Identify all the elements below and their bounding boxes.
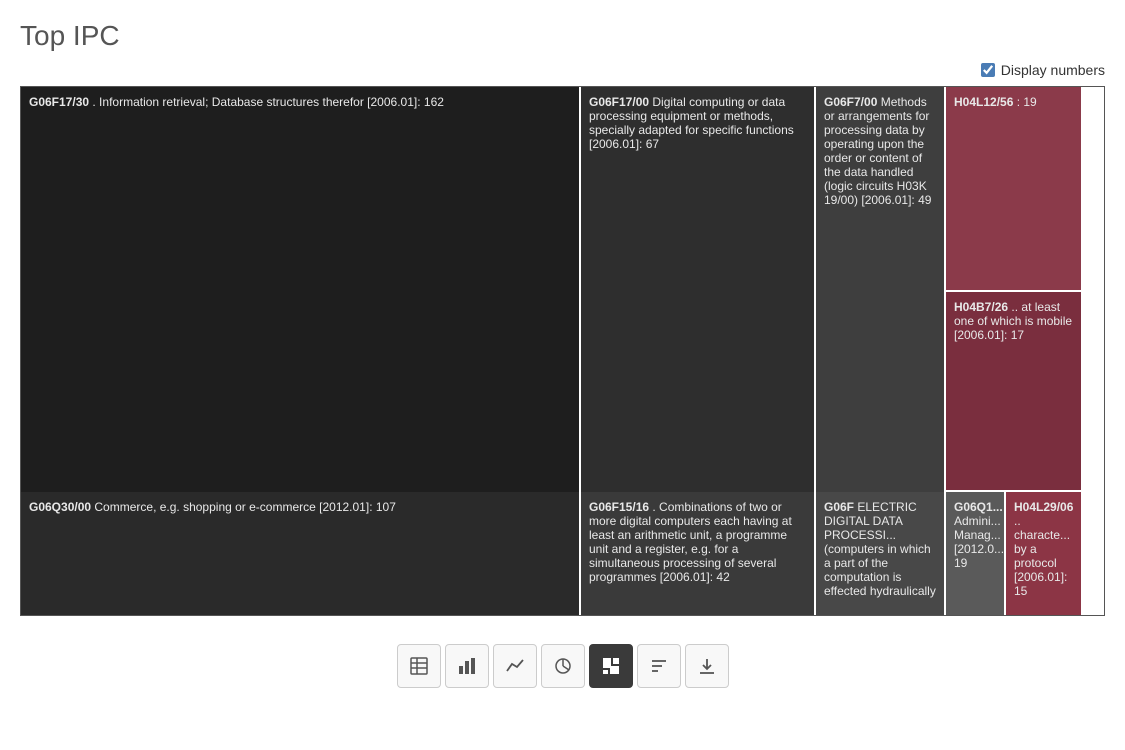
cell-g06f1730[interactable]: G06F17/30 . Information retrieval; Datab… bbox=[21, 87, 579, 492]
cell-g06f-edp[interactable]: G06F ELECTRIC DIGITAL DATA PROCESSI... (… bbox=[816, 492, 944, 615]
download-button[interactable] bbox=[685, 644, 729, 688]
toolbar bbox=[0, 644, 1125, 688]
display-numbers-checkbox[interactable] bbox=[981, 63, 995, 77]
bar-chart-button[interactable] bbox=[445, 644, 489, 688]
line-chart-button[interactable] bbox=[493, 644, 537, 688]
page-title: Top IPC bbox=[0, 0, 1125, 62]
cell-h04l2906[interactable]: H04L29/06 .. characte... by a protocol [… bbox=[1006, 492, 1081, 615]
cell-g06f1700[interactable]: G06F17/00 Digital computing or data proc… bbox=[581, 87, 814, 492]
pie-chart-button[interactable] bbox=[541, 644, 585, 688]
treemap-button[interactable] bbox=[589, 644, 633, 688]
treemap-col-right-mid: G06F7/00 Methods or arrangements for pro… bbox=[816, 87, 946, 615]
cell-row-split: G06F ELECTRIC DIGITAL DATA PROCESSI... (… bbox=[816, 492, 944, 615]
cell-g06q1-admini[interactable]: G06Q1... Admini... Manag... [2012.0... 1… bbox=[946, 492, 1006, 615]
table-view-button[interactable] bbox=[397, 644, 441, 688]
treemap-col-middle: G06F17/00 Digital computing or data proc… bbox=[581, 87, 816, 615]
cell-g06f700-code: G06F7/00 bbox=[824, 95, 877, 109]
cell-g06f-edp-code: G06F bbox=[824, 500, 854, 514]
cell-bottom-row: G06Q1... Admini... Manag... [2012.0... 1… bbox=[946, 492, 1081, 615]
cell-h04l1256-desc: : 19 bbox=[1017, 95, 1037, 109]
cell-h04b726-code: H04B7/26 bbox=[954, 300, 1008, 314]
treemap-col-far-right: H04L12/56 : 19 H04B7/26 .. at least one … bbox=[946, 87, 1081, 615]
cell-h04l2906-desc: .. characte... by a protocol [2006.01]: … bbox=[1014, 514, 1070, 598]
cell-h04l1256-code: H04L12/56 bbox=[954, 95, 1013, 109]
treemap-col-left: G06F17/30 . Information retrieval; Datab… bbox=[21, 87, 581, 615]
cell-g06f-edp-desc: ELECTRIC DIGITAL DATA PROCESSI... (compu… bbox=[824, 500, 936, 598]
cell-g06f700-desc: Methods or arrangements for processing d… bbox=[824, 95, 931, 207]
cell-g06q1-desc: Admini... Manag... [2012.0... 19 bbox=[954, 514, 1004, 570]
cell-h04l1256[interactable]: H04L12/56 : 19 bbox=[946, 87, 1081, 292]
sort-button[interactable] bbox=[637, 644, 681, 688]
cell-g06f700[interactable]: G06F7/00 Methods or arrangements for pro… bbox=[816, 87, 944, 492]
cell-g06f1730-code: G06F17/30 bbox=[29, 95, 89, 109]
controls-bar: Display numbers bbox=[0, 62, 1125, 86]
cell-g06q3000-desc: Commerce, e.g. shopping or e-commerce [2… bbox=[94, 500, 396, 514]
treemap: G06F17/30 . Information retrieval; Datab… bbox=[20, 86, 1105, 616]
cell-g06f1700-code: G06F17/00 bbox=[589, 95, 649, 109]
cell-g06q3000-code: G06Q30/00 bbox=[29, 500, 91, 514]
display-numbers-toggle[interactable]: Display numbers bbox=[981, 62, 1105, 78]
cell-g06q1-code: G06Q1... bbox=[954, 500, 1003, 514]
cell-g06q3000[interactable]: G06Q30/00 Commerce, e.g. shopping or e-c… bbox=[21, 492, 579, 615]
cell-h04l2906-code: H04L29/06 bbox=[1014, 500, 1073, 514]
cell-g06f1516[interactable]: G06F15/16 . Combinations of two or more … bbox=[581, 492, 814, 615]
cell-g06f1516-code: G06F15/16 bbox=[589, 500, 649, 514]
cell-g06f1730-desc: . Information retrieval; Database struct… bbox=[92, 95, 444, 109]
display-numbers-label: Display numbers bbox=[1001, 62, 1105, 78]
cell-h04b726[interactable]: H04B7/26 .. at least one of which is mob… bbox=[946, 292, 1081, 492]
